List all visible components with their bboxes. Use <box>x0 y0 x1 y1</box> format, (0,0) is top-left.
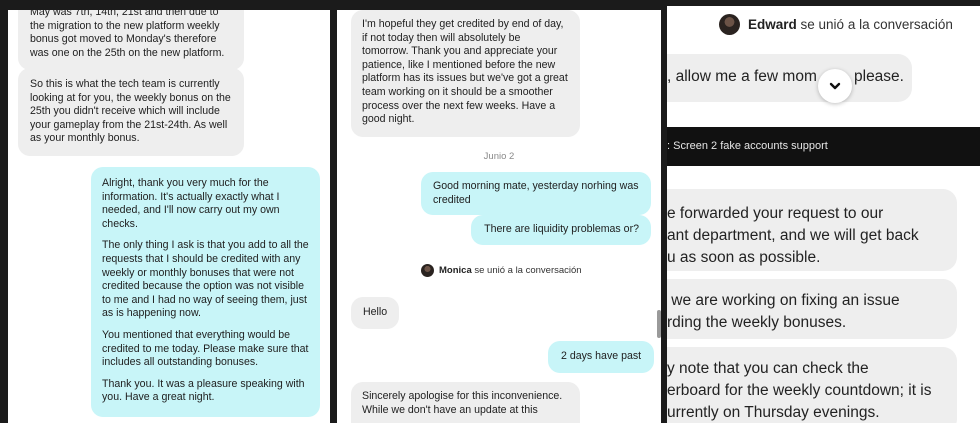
agent-message-text: e forwarded your request to our ant depa… <box>667 205 919 266</box>
user-message: Good morning mate, yesterday norhing was… <box>421 172 651 216</box>
agent-message-text: I'm hopeful they get credited by end of … <box>362 18 568 126</box>
agent-message-text: we are working on fixing an issue rding … <box>667 292 900 331</box>
chevron-down-icon <box>829 82 841 90</box>
chat-header-title: : Screen 2 fake accounts support <box>667 140 828 152</box>
user-message-text: You mentioned that everything would be c… <box>102 328 309 369</box>
user-message-text: 2 days have past <box>561 350 642 362</box>
date-separator: Junio 2 <box>483 151 515 162</box>
user-message-text: Good morning mate, yesterday norhing was… <box>433 180 639 206</box>
agent-message-text: So this is what the tech team is current… <box>30 78 231 145</box>
user-message-text: The only thing I ask is that you add to … <box>102 239 309 320</box>
agent-message: I'm hopeful they get credited by end of … <box>351 10 580 137</box>
agent-message-text: please. <box>854 68 904 85</box>
agent-name: Monica <box>439 265 472 276</box>
chat-panel-2: I'm hopeful they get credited by end of … <box>337 10 661 423</box>
user-message: There are liquidity problemas or? <box>471 215 651 245</box>
join-notice: Monica se unió a la conversación <box>421 264 582 277</box>
avatar <box>719 14 740 35</box>
agent-message-text: Hello <box>363 306 388 318</box>
join-text: se unió a la conversación <box>800 17 953 32</box>
user-message: Alright, thank you very much for the inf… <box>91 167 320 417</box>
user-message-text: There are liquidity problemas or? <box>484 223 639 235</box>
user-message-text: Thank you. It was a pleasure speaking wi… <box>102 377 305 404</box>
scroll-down-button[interactable] <box>818 69 852 103</box>
agent-message: Hello <box>351 297 400 329</box>
agent-message-text: Sincerely apologise for this inconvenien… <box>362 390 563 416</box>
agent-message-text: May was 7th, 14th, 21st and then due to … <box>30 10 225 59</box>
scrollbar[interactable] <box>657 310 661 338</box>
agent-message-text: , allow me a few mom <box>667 68 817 85</box>
agent-message: Sincerely apologise for this inconvenien… <box>351 382 580 423</box>
chat-panel-3: Edward se unió a la conversación , allow… <box>667 6 980 423</box>
chat-header-bar: : Screen 2 fake accounts support <box>667 127 980 166</box>
agent-message: So this is what the tech team is current… <box>18 68 244 156</box>
agent-message: May was 7th, 14th, 21st and then due to … <box>18 10 244 71</box>
join-notice: Edward se unió a la conversación <box>719 14 953 35</box>
user-message-text: Alright, thank you very much for the inf… <box>102 177 280 230</box>
agent-name: Edward <box>748 17 797 32</box>
join-text: se unió a la conversación <box>474 265 582 276</box>
chat-panel-1: May was 7th, 14th, 21st and then due to … <box>8 10 330 423</box>
user-message: 2 days have past <box>548 341 655 373</box>
agent-message-text: y note that you can check the erboard fo… <box>667 360 932 421</box>
avatar <box>421 264 434 277</box>
